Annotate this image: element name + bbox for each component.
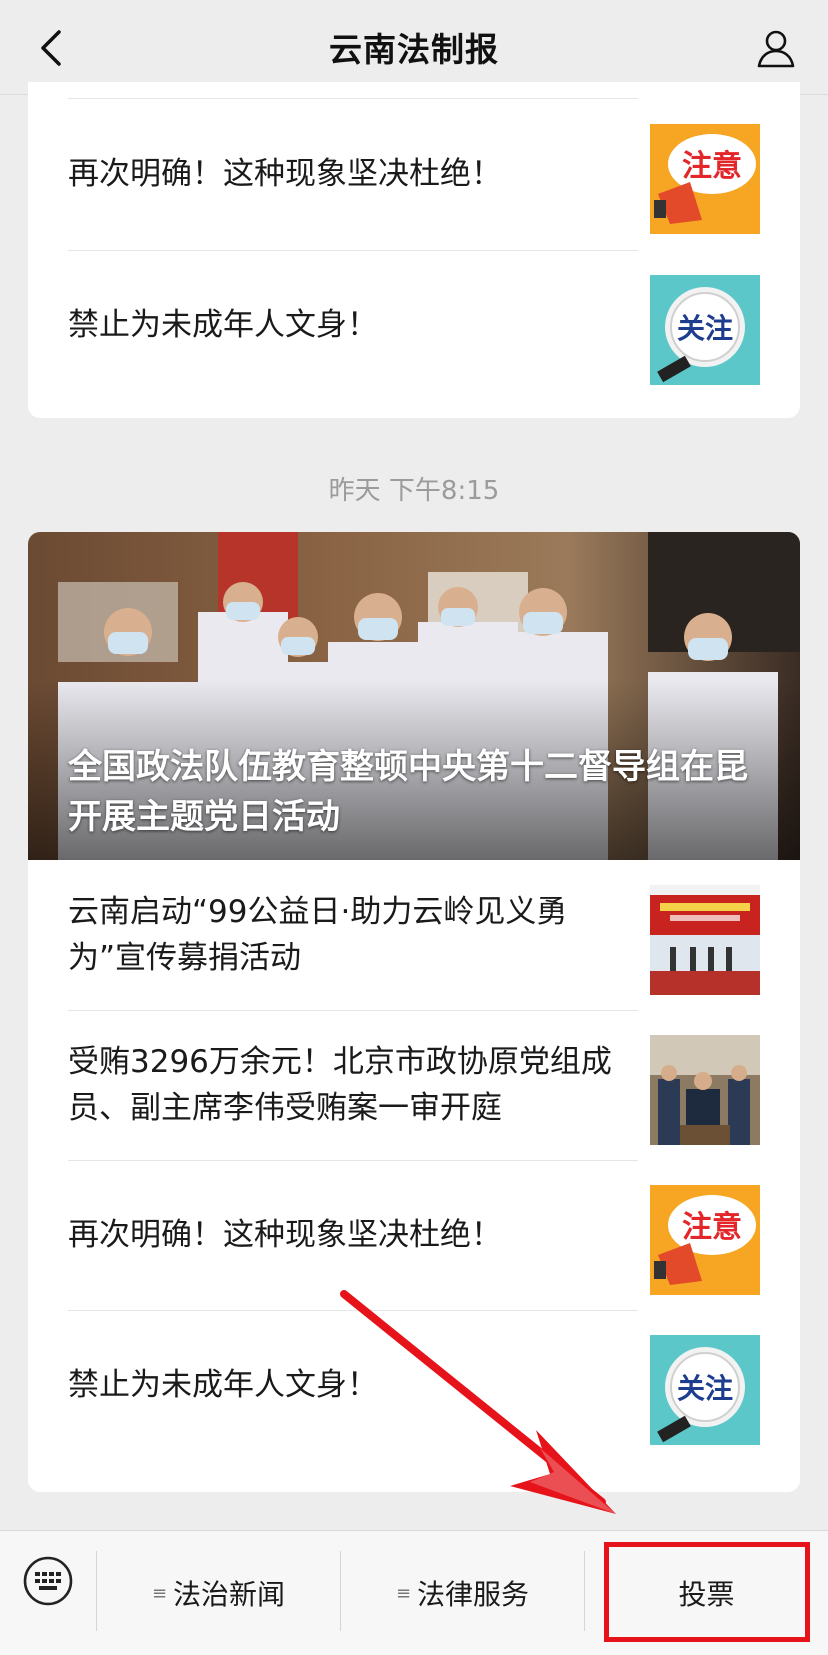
thumb-text: 关注 [677,1372,733,1405]
article-title: 禁止为未成年人文身！ [68,307,378,343]
article-item[interactable]: 再次明确！这种现象坚决杜绝！ 注意 [28,1160,800,1310]
article-item[interactable]: 再次明确！这种现象坚决杜绝！ 注意 [28,99,800,249]
annotation-arrow [340,1290,616,1514]
article-item[interactable]: 受贿3296万余元！北京市政协原党组成员、副主席李伟受贿案一审开庭 [28,1010,800,1160]
follow-thumbnail: 关注 [650,1335,760,1445]
chevron-left-icon [41,30,61,66]
thumb-text: 注意 [682,1210,742,1245]
keyboard-toggle-button[interactable] [22,1555,74,1607]
message-timestamp: 昨天 下午8:15 [328,476,500,506]
menu-legal-services[interactable]: ≡ 法律服务 [341,1531,584,1655]
notice-thumbnail: 注意 [650,1185,760,1295]
article-title: 云南启动“99公益日·助力云岭见义勇为”宣传募捐活动 [68,894,568,976]
article-title: 再次明确！这种现象坚决杜绝！ [68,1217,502,1253]
article-card: 再次明确！这种现象坚决杜绝！ 注意 禁止为未成年人文身！ 关注 [28,82,800,418]
keyboard-icon [23,1556,73,1606]
top-nav-bar: 云南法制报 [0,0,828,95]
profile-button[interactable] [752,24,800,72]
back-button[interactable] [28,24,76,72]
article-item[interactable]: 禁止为未成年人文身！ 关注 [28,250,800,400]
menu-label: 法律服务 [417,1578,530,1611]
menu-label: 法治新闻 [173,1578,286,1611]
article-title: 再次明确！这种现象坚决杜绝！ [68,156,502,192]
court-thumbnail [650,1035,760,1145]
notice-thumbnail: 注意 [650,124,760,234]
page-title: 云南法制报 [329,30,499,69]
annotation-highlight-box [604,1542,810,1642]
list-icon: ≡ [395,1582,412,1604]
thumb-text: 关注 [677,312,733,345]
article-title: 受贿3296万余元！北京市政协原党组成员、副主席李伟受贿案一审开庭 [68,1044,612,1126]
event-thumbnail [650,885,760,995]
follow-thumbnail: 关注 [650,275,760,385]
user-icon [757,30,795,68]
hero-article[interactable]: 全国政法队伍教育整顿中央第十二督导组在昆开展主题党日活动 [28,532,800,860]
article-item[interactable]: 云南启动“99公益日·助力云岭见义勇为”宣传募捐活动 [28,860,800,1010]
hero-title: 全国政法队伍教育整顿中央第十二督导组在昆开展主题党日活动 [68,747,748,837]
list-icon: ≡ [151,1582,168,1604]
thumb-text: 注意 [682,149,742,184]
menu-legal-news[interactable]: ≡ 法治新闻 [97,1531,340,1655]
